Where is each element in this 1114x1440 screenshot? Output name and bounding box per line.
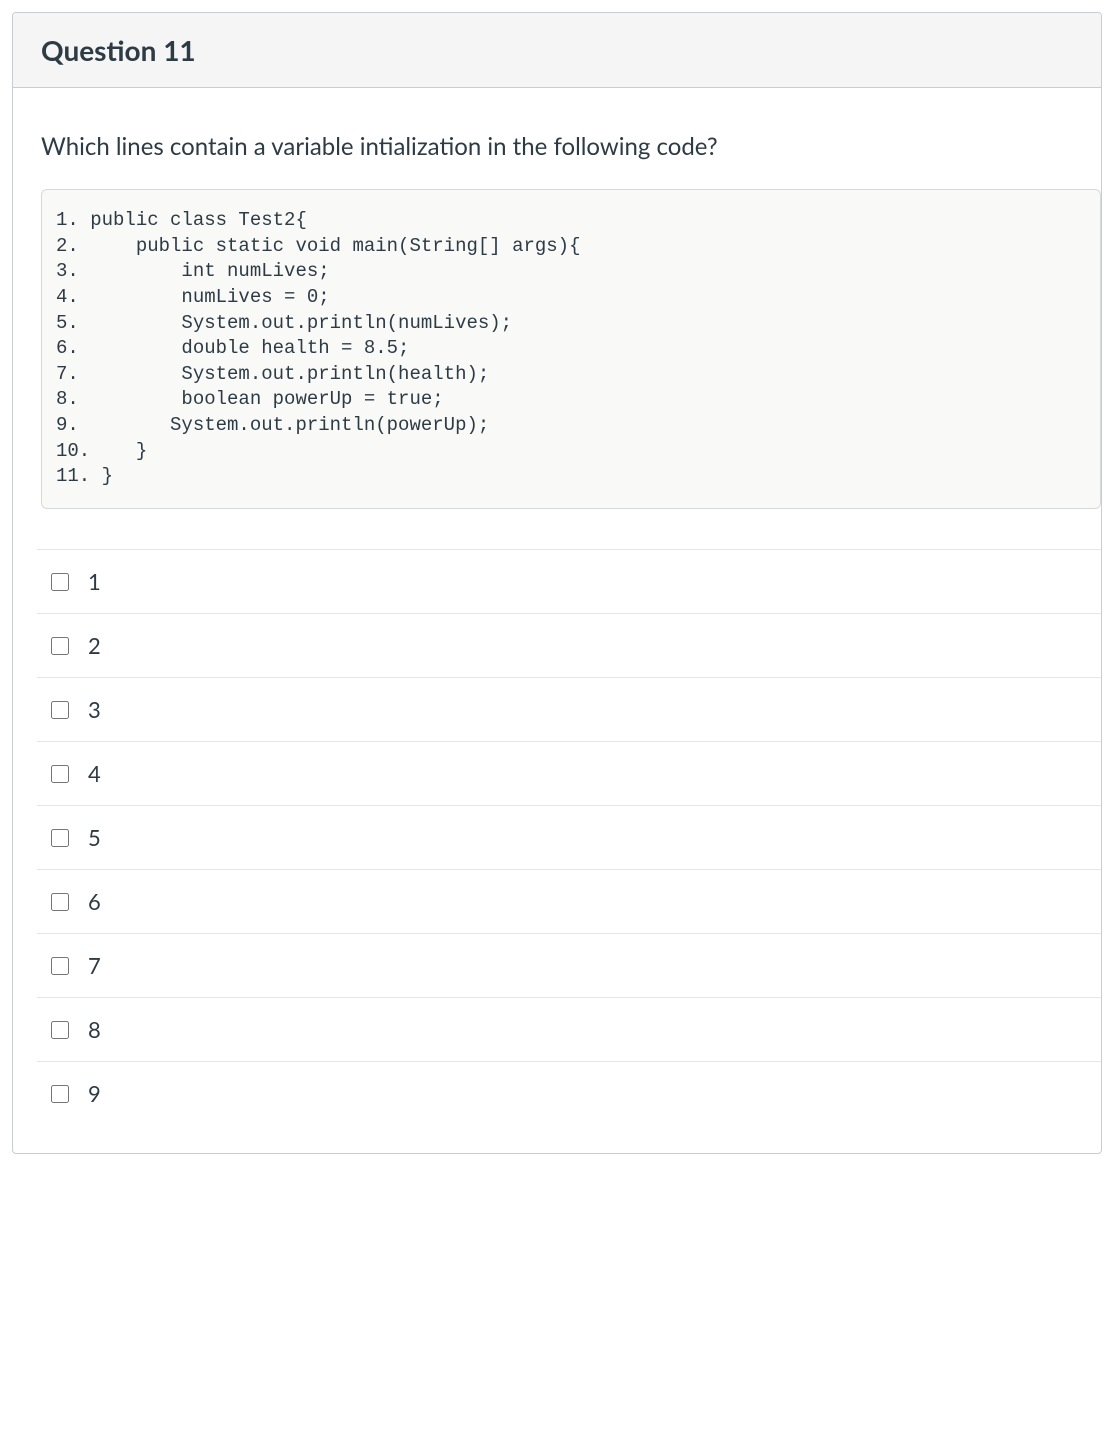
option-label: 9	[88, 1080, 101, 1107]
option-checkbox-2[interactable]	[51, 637, 69, 655]
option-checkbox-9[interactable]	[51, 1085, 69, 1103]
question-title: Question 11	[41, 33, 1073, 67]
option-row-5[interactable]: 5	[37, 805, 1101, 869]
option-label: 2	[88, 632, 101, 659]
option-checkbox-5[interactable]	[51, 829, 69, 847]
answer-options: 1 2 3 4 5 6 7 8 9	[37, 549, 1101, 1125]
option-label: 5	[88, 824, 101, 851]
option-row-4[interactable]: 4	[37, 741, 1101, 805]
option-label: 3	[88, 696, 101, 723]
option-row-1[interactable]: 1	[37, 549, 1101, 613]
option-label: 7	[88, 952, 101, 979]
option-checkbox-6[interactable]	[51, 893, 69, 911]
option-label: 1	[88, 568, 101, 595]
option-label: 6	[88, 888, 101, 915]
option-row-2[interactable]: 2	[37, 613, 1101, 677]
code-block: 1. public class Test2{ 2. public static …	[41, 189, 1101, 509]
option-label: 8	[88, 1016, 101, 1043]
question-body: Which lines contain a variable intializa…	[13, 88, 1101, 1153]
option-checkbox-7[interactable]	[51, 957, 69, 975]
question-card: Question 11 Which lines contain a variab…	[12, 12, 1102, 1154]
option-row-9[interactable]: 9	[37, 1061, 1101, 1125]
option-row-8[interactable]: 8	[37, 997, 1101, 1061]
option-checkbox-3[interactable]	[51, 701, 69, 719]
option-row-7[interactable]: 7	[37, 933, 1101, 997]
option-row-6[interactable]: 6	[37, 869, 1101, 933]
option-checkbox-8[interactable]	[51, 1021, 69, 1039]
option-checkbox-1[interactable]	[51, 573, 69, 591]
option-row-3[interactable]: 3	[37, 677, 1101, 741]
question-prompt: Which lines contain a variable intializa…	[41, 132, 1101, 161]
option-checkbox-4[interactable]	[51, 765, 69, 783]
question-header: Question 11	[13, 13, 1101, 88]
option-label: 4	[88, 760, 101, 787]
